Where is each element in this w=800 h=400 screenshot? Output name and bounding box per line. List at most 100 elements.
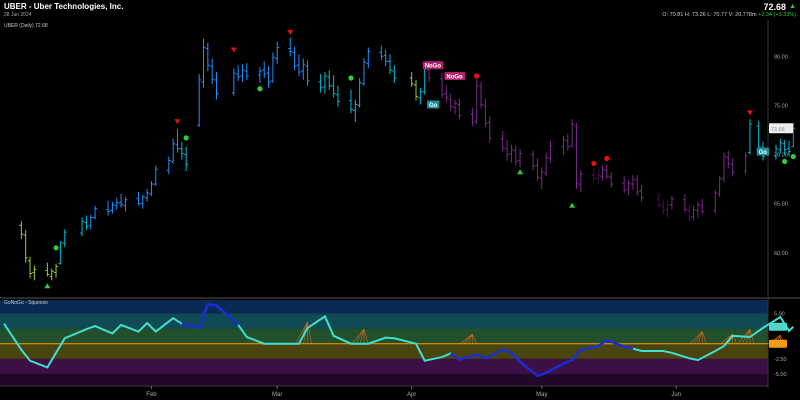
- ohlc-bar: [62, 229, 67, 247]
- signal-dot: [183, 135, 189, 141]
- ohlc-bar: [713, 189, 718, 214]
- triangle-down-icon: [287, 29, 294, 35]
- ohlc-bar: [266, 66, 271, 88]
- signal-dot: [257, 86, 263, 92]
- ohlc-bar: [296, 54, 301, 77]
- ohlc-bar: [366, 47, 371, 69]
- ohlc-bar: [357, 77, 362, 108]
- ohlc-bar: [106, 200, 111, 216]
- ohlc-bar: [609, 172, 614, 188]
- ohlc-bar: [448, 93, 453, 112]
- ohlc-bar: [49, 268, 54, 281]
- ohlc-bar: [54, 263, 59, 278]
- ohlc-bar: [197, 74, 202, 128]
- ohlc-bar: [175, 129, 180, 153]
- ohlc-bar: [604, 164, 609, 180]
- ohlc-bar: [387, 54, 392, 75]
- zero-value-tag: 0.00: [771, 342, 782, 348]
- triangle-up-icon: [517, 169, 524, 175]
- ohlc-bar: [409, 72, 414, 87]
- ohlc-bar: [335, 85, 340, 107]
- ohlc-bar: [123, 196, 128, 212]
- ohlc-bar: [756, 121, 761, 151]
- ohlc-bar: [747, 119, 752, 155]
- ohlc-bar: [327, 70, 332, 90]
- ohlc-bar: [669, 195, 674, 210]
- price-tick-label: 65.00: [774, 202, 788, 208]
- ohlc-bar: [140, 194, 145, 209]
- ohlc-bar: [544, 152, 549, 177]
- ohlc-bar: [513, 145, 518, 166]
- ohlc-bar: [470, 107, 475, 127]
- ohlc-bar: [578, 170, 583, 192]
- ohlc-bar: [656, 192, 661, 208]
- chart-canvas[interactable]: 60.0065.0070.0075.0080.00Feb Mar Apr May Jun…: [0, 0, 800, 400]
- ohlc-bar: [270, 52, 275, 83]
- ohlc-bar: [383, 49, 388, 67]
- ohlc-bar: [444, 85, 449, 103]
- ohlc-bar: [778, 138, 783, 154]
- time-tick-label: Apr: [407, 392, 416, 398]
- ohlc-bar: [361, 58, 366, 86]
- indicator-tick-label: -2.50: [774, 357, 787, 363]
- ohlc-bar: [93, 205, 98, 220]
- ohlc-bar: [474, 78, 479, 125]
- indicator-tick-label: -5.00: [774, 372, 787, 378]
- ohlc-bar: [28, 256, 33, 279]
- ohlc-bar: [379, 45, 384, 61]
- price-tick-label: 60.00: [774, 251, 788, 257]
- signal-dot: [53, 245, 59, 251]
- ohlc-bar: [743, 151, 748, 175]
- ohlc-bar: [166, 156, 171, 175]
- ohlc-bar: [244, 63, 249, 80]
- ohlc-bar: [88, 214, 93, 230]
- indicator-band-1: [0, 313, 768, 329]
- ohlc-bar: [596, 171, 601, 185]
- ohlc-bar: [19, 221, 24, 240]
- ohlc-bar: [275, 41, 280, 65]
- ohlc-bar: [661, 199, 666, 215]
- signal-label: Go: [759, 150, 768, 156]
- ohlc-bar: [591, 168, 596, 183]
- price-tick-label: 80.00: [774, 54, 788, 60]
- ohlc-bar: [262, 61, 267, 78]
- time-tick-label: Feb: [146, 392, 157, 398]
- ohlc-bar: [114, 197, 119, 210]
- ohlc-bar: [600, 165, 605, 181]
- ohlc-bar: [630, 175, 635, 190]
- ohlc-bar: [322, 72, 327, 94]
- ohlc-bar: [565, 133, 570, 151]
- ohlc-bar: [505, 139, 510, 161]
- ohlc-bar: [726, 150, 731, 169]
- signal-dot: [782, 158, 788, 165]
- ohlc-bar: [440, 73, 445, 99]
- ohlc-bar: [214, 72, 219, 100]
- signal-label: Go: [429, 103, 438, 109]
- ohlc-bar: [574, 123, 579, 189]
- ohlc-bar: [639, 185, 644, 202]
- signal-dot: [591, 160, 597, 167]
- indicator-band-0: [0, 300, 768, 314]
- ohlc-bar: [231, 68, 236, 96]
- ohlc-bar: [153, 165, 158, 187]
- ohlc-bar: [730, 158, 735, 177]
- triangle-down-icon: [746, 110, 753, 116]
- ohlc-bar: [665, 201, 670, 218]
- ohlc-bar: [119, 193, 124, 208]
- last-price-tag: 72.68: [771, 127, 785, 133]
- ohlc-bar: [240, 64, 245, 82]
- ohlc-bar: [171, 138, 176, 164]
- signal-dot: [474, 73, 480, 79]
- ohlc-bar: [392, 65, 397, 83]
- time-tick-label: May: [536, 392, 547, 398]
- price-tick-label: 75.00: [774, 103, 788, 109]
- ohlc-bar: [23, 230, 28, 263]
- ohlc-bar: [700, 198, 705, 215]
- ohlc-bar: [305, 60, 310, 86]
- signal-dot: [604, 155, 610, 162]
- ohlc-bar: [509, 144, 514, 163]
- ohlc-bar: [318, 74, 323, 93]
- signal-dot: [348, 75, 354, 81]
- ohlc-bar: [145, 188, 150, 202]
- ohlc-bar: [149, 181, 154, 196]
